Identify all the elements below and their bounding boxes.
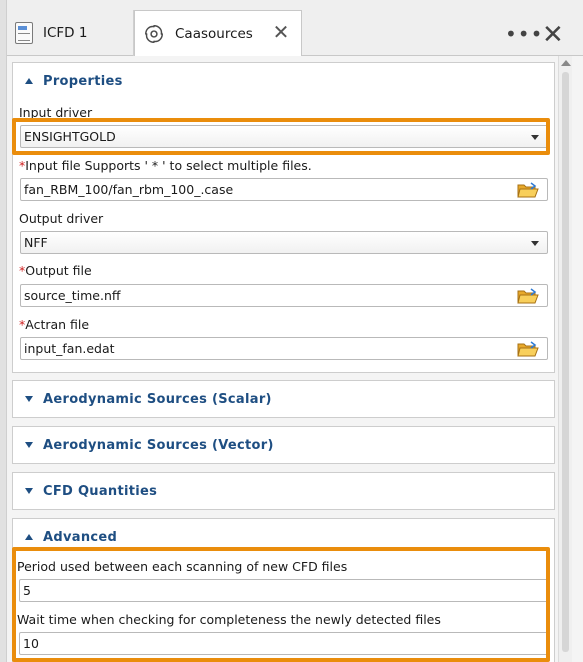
advanced-section: Advanced Period used between each scanni… bbox=[12, 518, 555, 662]
tab-caasources-label: Caasources bbox=[175, 25, 253, 42]
period-input[interactable]: 5 bbox=[19, 579, 548, 602]
document-icon bbox=[15, 22, 33, 44]
input-file-field[interactable]: fan_RBM_100/fan_rbm_100_.case bbox=[20, 178, 548, 201]
output-file-field[interactable]: source_time.nff bbox=[20, 284, 548, 307]
expand-icon bbox=[25, 488, 33, 494]
actran-file-label: *Actran file bbox=[19, 317, 90, 332]
aero-vector-header[interactable]: Aerodynamic Sources (Vector) bbox=[13, 427, 554, 463]
wait-time-value: 10 bbox=[23, 636, 39, 651]
output-driver-select[interactable]: NFF bbox=[20, 231, 548, 254]
aero-vector-title: Aerodynamic Sources (Vector) bbox=[43, 437, 274, 453]
tab-caasources[interactable]: Caasources ✕ bbox=[134, 10, 302, 56]
input-driver-value: ENSIGHTGOLD bbox=[24, 129, 116, 144]
output-driver-value: NFF bbox=[24, 235, 48, 250]
tab-bar: ICFD 1 Caasources ✕ ••• ✕ bbox=[0, 0, 583, 56]
left-edge-strip bbox=[0, 0, 7, 662]
input-driver-label: Input driver bbox=[19, 105, 93, 120]
period-label: Period used between each scanning of new… bbox=[17, 559, 348, 574]
input-file-value: fan_RBM_100/fan_rbm_100_.case bbox=[24, 182, 234, 197]
scroll-thumb[interactable] bbox=[562, 72, 569, 652]
aero-scalar-header[interactable]: Aerodynamic Sources (Scalar) bbox=[13, 381, 554, 417]
folder-open-icon[interactable] bbox=[517, 288, 539, 304]
scroll-up-icon[interactable] bbox=[561, 60, 571, 66]
tab-icfd-label: ICFD 1 bbox=[43, 25, 88, 41]
close-panel-icon[interactable]: ✕ bbox=[542, 22, 564, 48]
wait-time-input[interactable]: 10 bbox=[19, 632, 548, 655]
expand-icon bbox=[25, 442, 33, 448]
output-file-value: source_time.nff bbox=[24, 288, 121, 303]
advanced-title: Advanced bbox=[43, 529, 118, 545]
expand-icon bbox=[25, 396, 33, 402]
chevron-down-icon bbox=[531, 135, 539, 140]
advanced-header[interactable]: Advanced bbox=[13, 519, 554, 555]
collapse-icon bbox=[25, 534, 33, 540]
tab-icfd[interactable]: ICFD 1 bbox=[7, 10, 134, 56]
output-driver-label: Output driver bbox=[19, 211, 104, 226]
wait-time-label: Wait time when checking for completeness… bbox=[17, 612, 441, 627]
more-horizontal-icon[interactable]: ••• bbox=[505, 24, 543, 44]
aero-scalar-section[interactable]: Aerodynamic Sources (Scalar) bbox=[12, 380, 555, 418]
input-driver-select[interactable]: ENSIGHTGOLD bbox=[20, 125, 548, 148]
aero-scalar-title: Aerodynamic Sources (Scalar) bbox=[43, 391, 272, 407]
cfd-quantities-header[interactable]: CFD Quantities bbox=[13, 473, 554, 509]
folder-open-icon[interactable] bbox=[517, 182, 539, 198]
properties-title: Properties bbox=[43, 73, 123, 89]
output-file-label: *Output file bbox=[19, 263, 92, 278]
input-file-label: *Input file Supports ' * ' to select mul… bbox=[19, 158, 312, 173]
close-tab-icon[interactable]: ✕ bbox=[271, 22, 291, 42]
period-value: 5 bbox=[23, 583, 31, 598]
aero-vector-section[interactable]: Aerodynamic Sources (Vector) bbox=[12, 426, 555, 464]
cfd-quantities-section[interactable]: CFD Quantities bbox=[12, 472, 555, 510]
properties-header[interactable]: Properties bbox=[13, 63, 554, 99]
properties-section: Properties Input driver ENSIGHTGOLD *Inp… bbox=[12, 62, 555, 373]
cfd-quantities-title: CFD Quantities bbox=[43, 483, 158, 499]
chevron-down-icon bbox=[531, 241, 539, 246]
actran-file-value: input_fan.edat bbox=[24, 341, 115, 356]
vertical-scrollbar[interactable] bbox=[558, 56, 572, 662]
actran-file-field[interactable]: input_fan.edat bbox=[20, 337, 548, 360]
swirl-icon bbox=[145, 24, 163, 43]
folder-open-icon[interactable] bbox=[517, 341, 539, 357]
collapse-icon bbox=[25, 78, 33, 84]
